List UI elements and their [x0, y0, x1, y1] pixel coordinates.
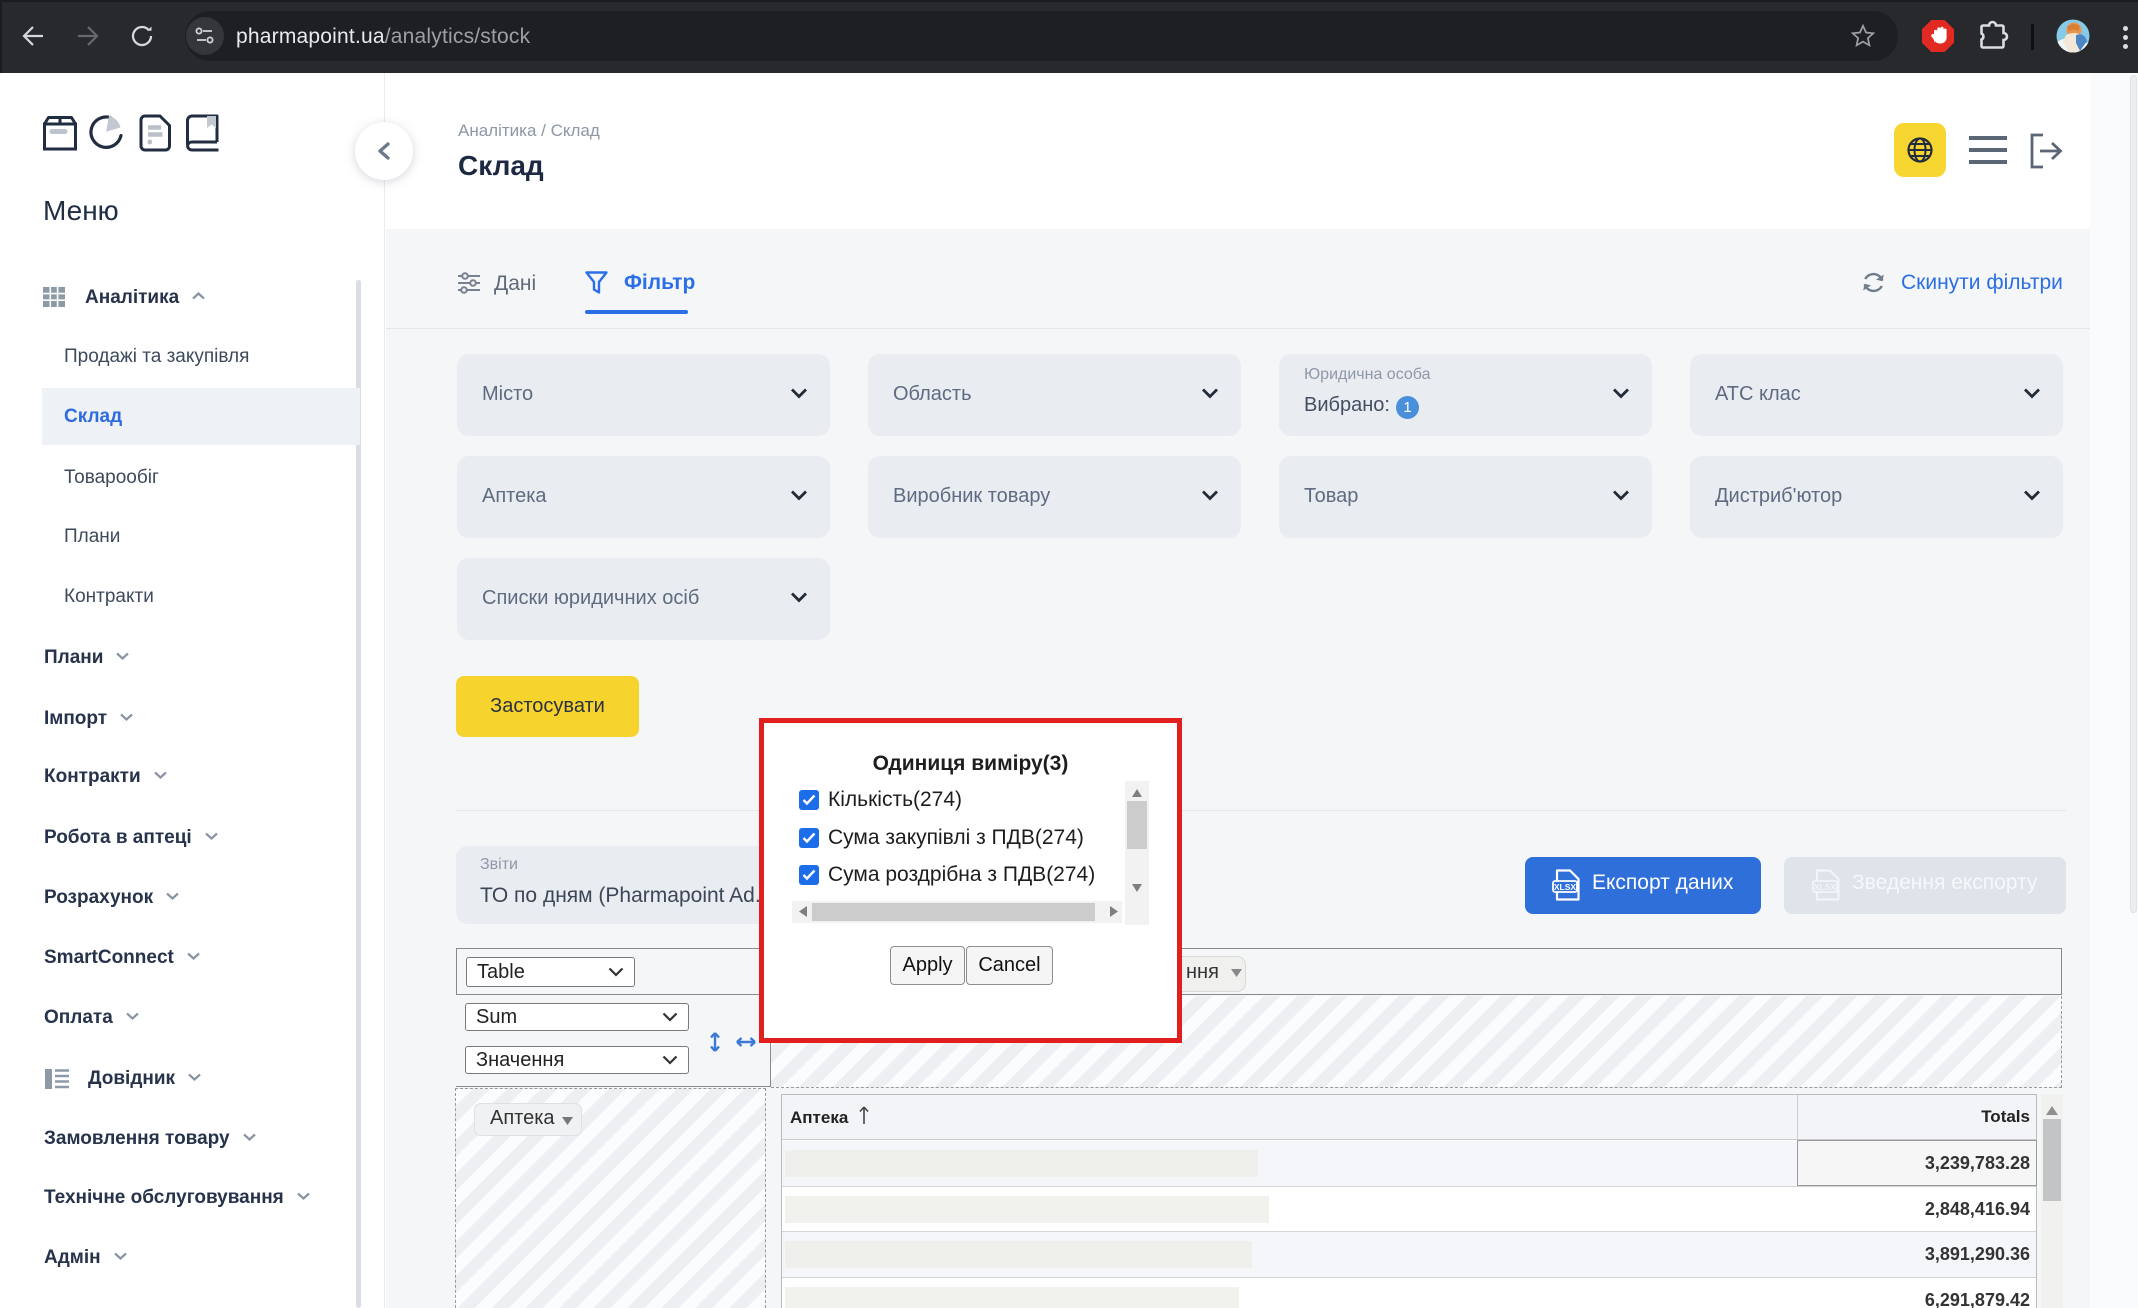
svg-text:XLSX: XLSX: [1814, 882, 1837, 892]
svg-text:XLSX: XLSX: [1554, 882, 1577, 892]
